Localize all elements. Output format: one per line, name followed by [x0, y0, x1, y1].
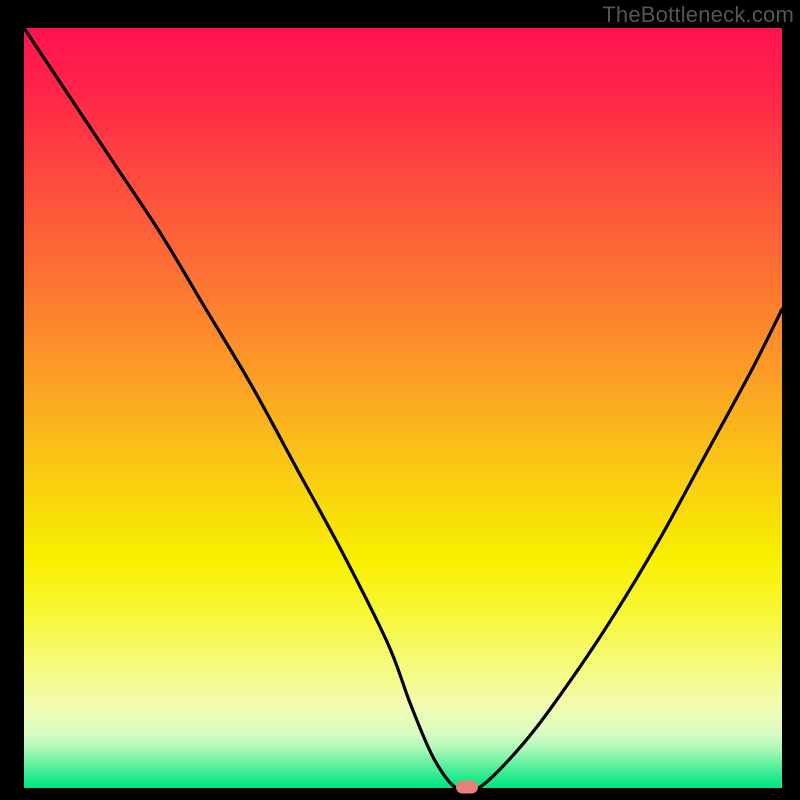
- plot-area: [24, 28, 782, 788]
- bottleneck-curve: [24, 28, 782, 788]
- watermark-text: TheBottleneck.com: [602, 2, 794, 28]
- optimal-point-marker: [456, 781, 478, 794]
- chart-frame: TheBottleneck.com: [0, 0, 800, 800]
- curve-path: [24, 28, 782, 788]
